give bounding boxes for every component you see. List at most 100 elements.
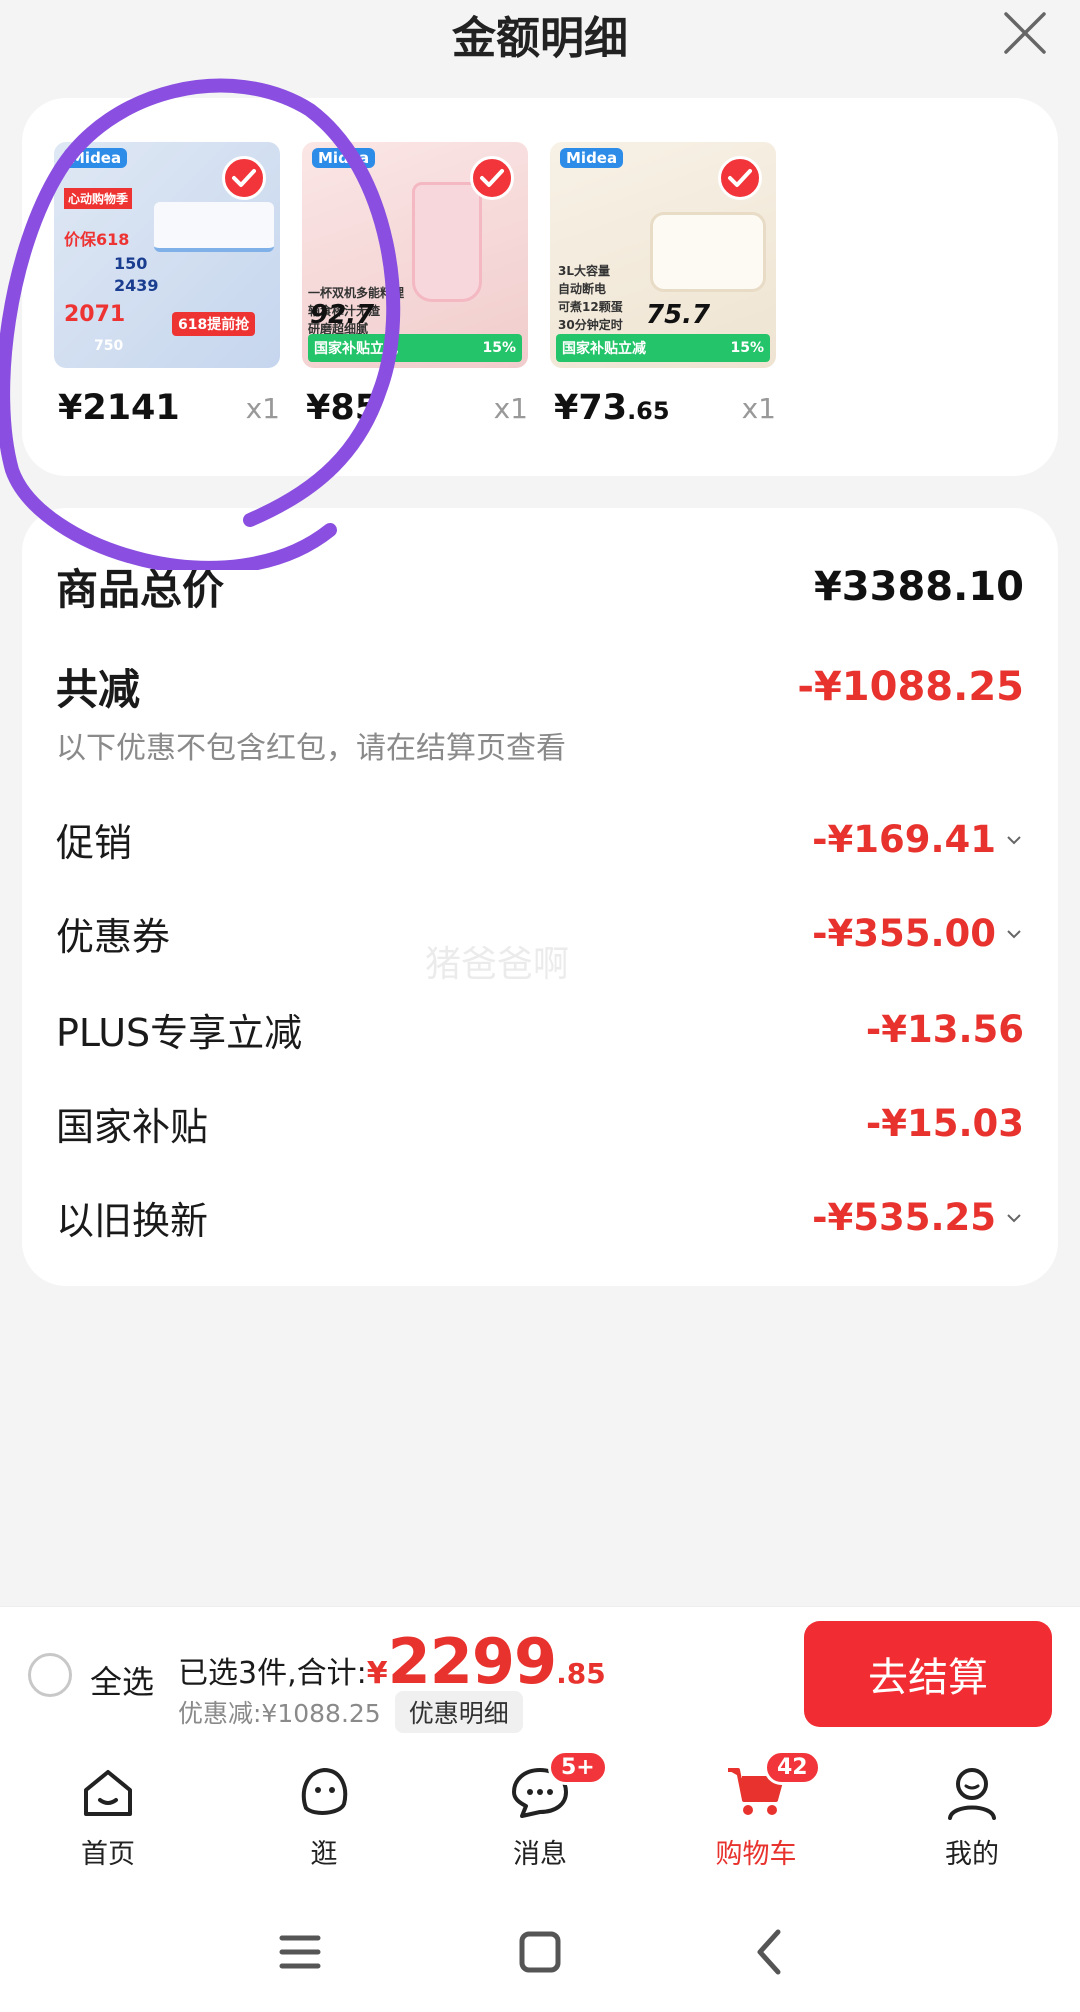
discount-value: -¥535.25 — [812, 1196, 1024, 1239]
subsidy-text: 国家补贴立减 — [314, 341, 398, 357]
total-decimal: .85 — [556, 1657, 606, 1690]
home-icon — [76, 1760, 140, 1824]
product-price: ¥73.65 — [554, 388, 670, 428]
close-icon[interactable] — [1000, 8, 1050, 58]
discount-amount: -¥169.41 — [812, 818, 996, 861]
subsidy-percent: 15% — [730, 340, 764, 356]
total-reduce-row: 共减 -¥1088.25 — [56, 656, 1024, 717]
thumb-price: 92.7 — [310, 300, 375, 330]
total-price-row: 商品总价 ¥3388.10 — [56, 556, 1024, 617]
discount-row-trade-in[interactable]: 以旧换新 -¥535.25 — [56, 1190, 1024, 1245]
discount-row-plus: PLUS专享立减 -¥13.56 — [56, 1002, 1024, 1057]
select-all-radio[interactable] — [28, 1653, 72, 1697]
product-image[interactable]: Midea 3L大容量 自动断电 可煮12颗蛋 30分钟定时 75.7 国家补贴… — [550, 142, 776, 368]
amount-summary-card: 商品总价 ¥3388.10 共减 -¥1088.25 以下优惠不包含红包，请在结… — [22, 508, 1058, 1286]
chevron-down-icon — [1007, 929, 1021, 938]
tab-label: 消息 — [513, 1839, 567, 1870]
product-item[interactable]: Midea 3L大容量 自动断电 可煮12颗蛋 30分钟定时 75.7 国家补贴… — [550, 142, 776, 442]
tab-browse[interactable]: 逛 — [254, 1760, 394, 1871]
promo-text: 750 — [94, 338, 124, 354]
product-quantity: x1 — [741, 392, 776, 425]
product-image[interactable]: Midea 一杯双机多能料理 辅食榨汁无渣 研磨超细腻 92.7 国家补贴立减 1… — [302, 142, 528, 368]
thumb-price: 75.7 — [646, 300, 711, 330]
discount-row-subsidy: 国家补贴 -¥15.03 — [56, 1096, 1024, 1151]
product-quantity: x1 — [493, 392, 528, 425]
discount-label: 以旧换新 — [56, 1199, 209, 1243]
product-item[interactable]: Midea 心动购物季 价保618 150 2439 2071 750 618提… — [54, 142, 280, 442]
promo-text: 3L大容量 — [558, 264, 610, 278]
discount-summary-text: 优惠减:¥1088.25 — [178, 1699, 381, 1728]
promo-text: 2439 — [114, 276, 159, 295]
subsidy-banner: 国家补贴立减 15% — [556, 334, 770, 362]
discount-detail-button[interactable]: 优惠明细 — [394, 1691, 523, 1733]
discount-note: 以下优惠不包含红包，请在结算页查看 — [56, 731, 566, 766]
tab-messages[interactable]: 5+ 消息 — [470, 1750, 610, 1871]
tab-cart[interactable]: 42 购物车 — [686, 1750, 826, 1871]
promo-text: 可煮12颗蛋 — [558, 300, 623, 314]
checked-icon[interactable] — [718, 156, 762, 200]
subsidy-percent: 15% — [482, 340, 516, 356]
promo-text: 30分钟定时 — [558, 318, 623, 332]
products-card: Midea 心动购物季 价保618 150 2439 2071 750 618提… — [22, 98, 1058, 476]
product-item[interactable]: Midea 一杯双机多能料理 辅食榨汁无渣 研磨超细腻 92.7 国家补贴立减 1… — [302, 142, 528, 442]
product-image[interactable]: Midea 心动购物季 价保618 150 2439 2071 750 618提… — [54, 142, 280, 368]
total-reduce-label: 共减 — [56, 665, 141, 714]
checkout-button[interactable]: 去结算 — [804, 1621, 1052, 1727]
select-all-label[interactable]: 全选 — [90, 1657, 154, 1703]
home-square-icon[interactable] — [510, 1922, 570, 1982]
promo-text: 2071 — [64, 302, 126, 327]
tab-label: 购物车 — [715, 1839, 797, 1870]
discount-line: 优惠减:¥1088.25 优惠明细 — [178, 1691, 523, 1733]
cart-badge: 42 — [764, 1750, 821, 1785]
total-line: 已选3件,合计: ¥ 2299 .85 — [178, 1625, 606, 1698]
discount-value: -¥169.41 — [812, 818, 1024, 861]
brand-logo: Midea — [312, 148, 376, 168]
cart-icon: 42 — [724, 1750, 821, 1824]
discount-label: 国家补贴 — [56, 1105, 209, 1149]
page-title: 金额明细 — [452, 13, 628, 64]
back-icon[interactable] — [740, 1922, 800, 1982]
promo-text: 心动购物季 — [64, 188, 133, 209]
discount-label: 优惠券 — [56, 915, 171, 959]
brand-logo: Midea — [64, 148, 128, 168]
price-row: ¥85 x1 — [302, 382, 528, 442]
message-badge: 5+ — [548, 1750, 608, 1785]
promo-text: 150 — [114, 254, 148, 273]
chevron-down-icon — [1007, 835, 1021, 844]
tab-profile[interactable]: 我的 — [902, 1760, 1042, 1871]
header: 金额明细 — [0, 0, 1080, 70]
price-integer: ¥73 — [554, 388, 628, 428]
subsidy-text: 国家补贴立减 — [562, 341, 646, 357]
price-integer: ¥2141 — [58, 388, 180, 428]
menu-icon[interactable] — [270, 1922, 330, 1982]
tab-home[interactable]: 首页 — [38, 1760, 178, 1871]
discount-value: -¥15.03 — [865, 1102, 1024, 1145]
checked-icon[interactable] — [470, 156, 514, 200]
promo-text: 自动断电 — [558, 282, 607, 296]
tab-label: 逛 — [310, 1839, 338, 1870]
brand-logo: Midea — [560, 148, 624, 168]
bottom-tab-bar: 首页 逛 5+ 消息 42 购物车 我的 — [0, 1742, 1080, 1892]
promo-text: 一杯双机多能料理 — [308, 286, 405, 300]
discount-amount: -¥535.25 — [812, 1196, 996, 1239]
checked-icon[interactable] — [222, 156, 266, 200]
chevron-down-icon — [1007, 1213, 1021, 1222]
browse-face-icon — [292, 1760, 356, 1824]
price-integer: ¥85 — [306, 388, 380, 428]
profile-icon — [940, 1760, 1004, 1824]
tab-label: 我的 — [945, 1839, 999, 1870]
product-quantity: x1 — [245, 392, 280, 425]
egg-cooker-image — [650, 212, 766, 292]
discount-row-promotion[interactable]: 促销 -¥169.41 — [56, 812, 1024, 867]
total-currency: ¥ — [366, 1656, 388, 1691]
system-nav-bar — [0, 1892, 1080, 2012]
promo-tag: 618提前抢 — [172, 312, 256, 336]
total-price-value: ¥3388.10 — [813, 563, 1024, 610]
total-integer: 2299 — [387, 1625, 558, 1698]
discount-value: -¥13.56 — [865, 1008, 1024, 1051]
checkout-bar: 全选 已选3件,合计: ¥ 2299 .85 优惠减:¥1088.25 优惠明细… — [0, 1606, 1080, 1742]
product-price: ¥2141 — [58, 388, 180, 428]
message-icon: 5+ — [508, 1750, 608, 1824]
subsidy-banner: 国家补贴立减 15% — [308, 334, 522, 362]
promo-text: 价保618 — [64, 230, 130, 249]
